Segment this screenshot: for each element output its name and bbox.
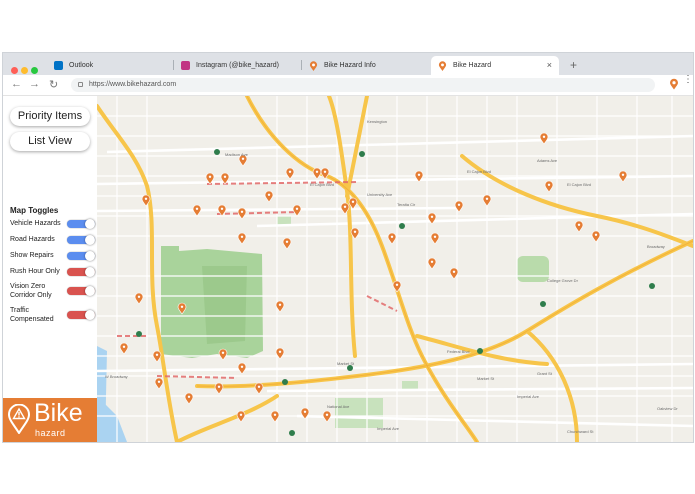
logo-subtext: hazard xyxy=(35,428,66,438)
street-label: Teralta Cir xyxy=(397,202,416,207)
url-text: https://www.bikehazard.com xyxy=(89,81,177,88)
extension-map-pin-icon[interactable] xyxy=(669,78,679,96)
tab-title: Instagram (@bike_hazard) xyxy=(196,62,279,69)
new-tab-button[interactable]: + xyxy=(570,56,577,75)
street-label: Grant St xyxy=(537,371,552,376)
bike-hazard-logo: Bike hazard xyxy=(3,398,97,442)
close-tab-icon[interactable]: × xyxy=(547,56,552,75)
tab-instagram[interactable]: Instagram (@bike_hazard) xyxy=(174,56,301,75)
tab-strip: Outlook Instagram (@bike_hazard) Bike Ha… xyxy=(3,53,693,75)
street-label: University Ave xyxy=(367,192,393,197)
street-label: Market St xyxy=(477,376,495,381)
street-label: W Broadway xyxy=(105,374,128,379)
street-label: Adams Ave xyxy=(537,158,558,163)
browser-window: Outlook Instagram (@bike_hazard) Bike Ha… xyxy=(2,52,694,443)
tab-outlook[interactable]: Outlook xyxy=(47,56,173,75)
street-label: National Ave xyxy=(327,404,350,409)
toggle-label: Vehicle Hazards xyxy=(10,220,61,227)
priority-items-button[interactable]: Priority Items xyxy=(10,107,90,126)
address-bar: ← → ↻ https://www.bikehazard.com ⋮ xyxy=(3,75,693,96)
toggle-switch[interactable] xyxy=(67,310,95,320)
street-label: Imperial Ave xyxy=(377,426,399,431)
lock-icon xyxy=(78,82,83,87)
map-pin-icon xyxy=(309,61,318,71)
instagram-icon xyxy=(181,61,190,70)
toggle-label: Road Hazards xyxy=(10,236,55,243)
list-view-button[interactable]: List View xyxy=(10,132,90,151)
tab-bike-hazard[interactable]: Bike Hazard × xyxy=(431,56,559,75)
maximize-window-button[interactable] xyxy=(31,67,38,74)
toggle-switch[interactable] xyxy=(67,219,95,229)
toggle-road-hazards: Road Hazards xyxy=(10,235,95,245)
close-window-button[interactable] xyxy=(11,67,18,74)
map-toggles-heading: Map Toggles xyxy=(10,206,59,215)
toggle-rush-hour-only: Rush Hour Only xyxy=(10,267,95,277)
street-label: Kensington xyxy=(367,119,388,124)
url-input[interactable]: https://www.bikehazard.com xyxy=(71,78,655,92)
outlook-icon xyxy=(54,61,63,70)
reload-icon[interactable]: ↻ xyxy=(49,78,58,91)
hazard-map[interactable]: Madison Ave Adams Ave El Cajon Blvd El C… xyxy=(97,96,693,442)
tab-title: Bike Hazard Info xyxy=(324,62,376,69)
map-canvas xyxy=(97,96,693,442)
street-label: El Cajon Blvd xyxy=(567,182,592,187)
forward-icon[interactable]: → xyxy=(29,78,40,90)
minimize-window-button[interactable] xyxy=(21,67,28,74)
street-label: El Cajon Blvd xyxy=(467,169,492,174)
toggle-switch[interactable] xyxy=(67,235,95,245)
sidebar: Priority Items List View Map Toggles Veh… xyxy=(3,96,97,442)
back-icon[interactable]: ← xyxy=(11,78,22,90)
street-label: College Grove Dr xyxy=(547,278,578,283)
logo-word: Bike xyxy=(34,399,83,427)
toggle-traffic-compensated: Traffic Compensated xyxy=(10,306,95,324)
toggle-label: Vision Zero Corridor Only xyxy=(10,283,52,299)
street-label: Imperial Ave xyxy=(517,394,539,399)
toggle-label: Rush Hour Only xyxy=(10,268,60,275)
logo-warning-pin-icon xyxy=(8,404,30,434)
toggle-label: Traffic Compensated xyxy=(10,307,54,323)
toggle-vision-zero-corridor-only: Vision Zero Corridor Only xyxy=(10,282,95,300)
tab-title: Bike Hazard xyxy=(453,62,492,69)
toggle-switch[interactable] xyxy=(67,251,95,261)
street-label: Oakview Dr xyxy=(657,406,678,411)
map-pin-icon xyxy=(438,61,447,71)
street-label: Market St xyxy=(337,361,355,366)
browser-menu-icon[interactable]: ⋮ xyxy=(683,75,693,85)
street-label: Madison Ave xyxy=(225,152,248,157)
tab-title: Outlook xyxy=(69,62,94,69)
toggle-show-repairs: Show Repairs xyxy=(10,251,95,261)
street-label: Churchward St xyxy=(567,429,594,434)
toggle-switch[interactable] xyxy=(67,267,95,277)
tab-bike-hazard-info[interactable]: Bike Hazard Info xyxy=(302,56,430,75)
toggle-vehicle-hazards: Vehicle Hazards xyxy=(10,219,95,229)
street-label: El Cajon Blvd xyxy=(310,182,335,187)
toggle-switch[interactable] xyxy=(67,286,95,296)
toggle-label: Show Repairs xyxy=(10,252,54,259)
street-label: Federal Blvd xyxy=(447,349,470,354)
street-label: Broadway xyxy=(647,244,665,249)
